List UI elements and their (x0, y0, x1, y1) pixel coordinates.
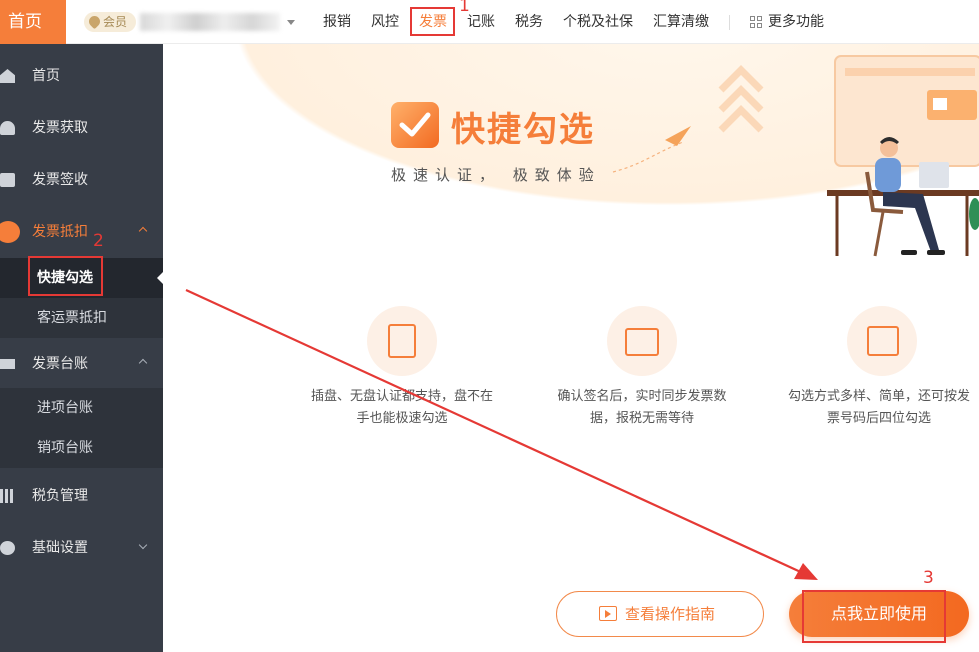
annotation-number-2: 2 (93, 231, 104, 251)
annotation-box-2 (28, 256, 103, 296)
annotation-box-3 (802, 590, 946, 643)
annotation-number-3: 3 (923, 568, 934, 588)
annotation-number-1: 1 (459, 0, 470, 16)
annotation-arrow (185, 289, 818, 580)
annotation-box-1 (410, 7, 455, 36)
